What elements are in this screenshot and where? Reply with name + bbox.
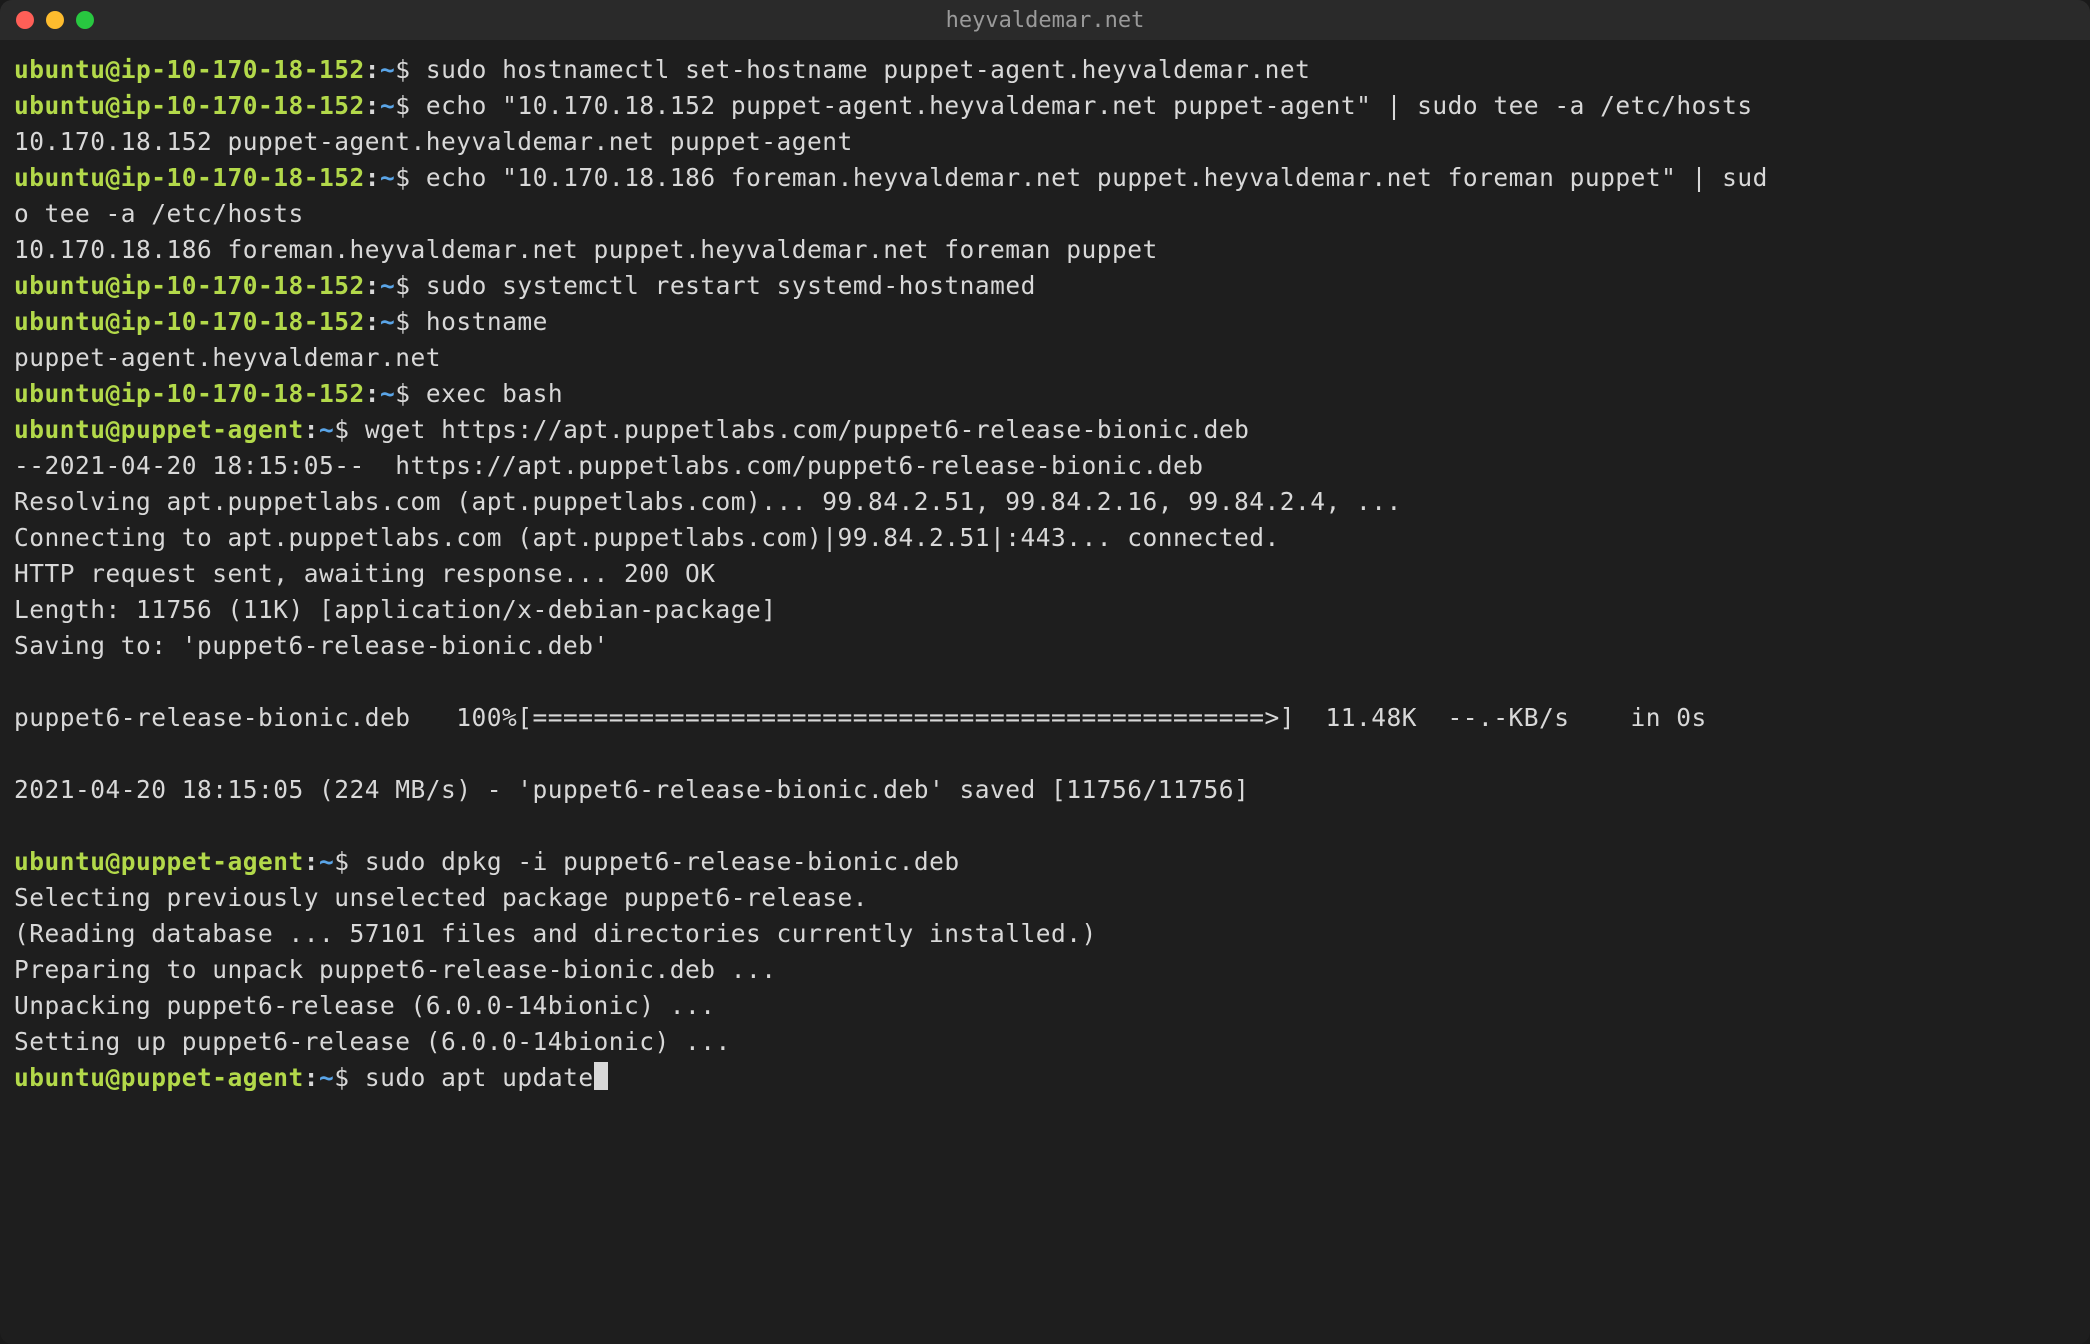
command: exec bash — [411, 379, 564, 408]
output-line: Preparing to unpack puppet6-release-bion… — [14, 952, 2076, 988]
command-input[interactable]: sudo apt update — [350, 1063, 594, 1092]
output-line: Selecting previously unselected package … — [14, 880, 2076, 916]
user-host: ubuntu@ip-10-170-18-152 — [14, 163, 365, 192]
user-host: ubuntu@puppet-agent — [14, 847, 304, 876]
command: sudo hostnamectl set-hostname puppet-age… — [411, 55, 1311, 84]
window-title: heyvaldemar.net — [946, 8, 1145, 33]
colon: : — [304, 415, 319, 444]
terminal-body[interactable]: ubuntu@ip-10-170-18-152:~$ sudo hostname… — [0, 40, 2090, 1344]
prompt-symbol: $ — [334, 1063, 349, 1092]
prompt-line-active[interactable]: ubuntu@puppet-agent:~$ sudo apt update — [14, 1060, 2076, 1096]
terminal-window: heyvaldemar.net ubuntu@ip-10-170-18-152:… — [0, 0, 2090, 1344]
prompt-symbol: $ — [395, 379, 410, 408]
output-line: Unpacking puppet6-release (6.0.0-14bioni… — [14, 988, 2076, 1024]
colon: : — [365, 379, 380, 408]
prompt-line: ubuntu@puppet-agent:~$ wget https://apt.… — [14, 412, 2076, 448]
path: ~ — [380, 307, 395, 336]
prompt-symbol: $ — [395, 55, 410, 84]
output-line: Connecting to apt.puppetlabs.com (apt.pu… — [14, 520, 2076, 556]
path: ~ — [319, 415, 334, 444]
colon: : — [365, 163, 380, 192]
prompt-line: ubuntu@puppet-agent:~$ sudo dpkg -i pupp… — [14, 844, 2076, 880]
output-line: 2021-04-20 18:15:05 (224 MB/s) - 'puppet… — [14, 772, 2076, 808]
output-line: --2021-04-20 18:15:05-- https://apt.pupp… — [14, 448, 2076, 484]
colon: : — [365, 307, 380, 336]
output-line: HTTP request sent, awaiting response... … — [14, 556, 2076, 592]
maximize-icon[interactable] — [76, 11, 94, 29]
output-line: 10.170.18.152 puppet-agent.heyvaldemar.n… — [14, 124, 2076, 160]
command: echo "10.170.18.186 foreman.heyvaldemar.… — [411, 163, 1768, 192]
minimize-icon[interactable] — [46, 11, 64, 29]
user-host: ubuntu@ip-10-170-18-152 — [14, 271, 365, 300]
prompt-line: ubuntu@ip-10-170-18-152:~$ sudo hostname… — [14, 52, 2076, 88]
prompt-line: ubuntu@ip-10-170-18-152:~$ hostname — [14, 304, 2076, 340]
command: echo "10.170.18.152 puppet-agent.heyvald… — [411, 91, 1753, 120]
output-line: Saving to: 'puppet6-release-bionic.deb' — [14, 628, 2076, 664]
colon: : — [365, 55, 380, 84]
prompt-symbol: $ — [334, 847, 349, 876]
user-host: ubuntu@puppet-agent — [14, 1063, 304, 1092]
path: ~ — [380, 379, 395, 408]
prompt-symbol: $ — [395, 91, 410, 120]
colon: : — [304, 1063, 319, 1092]
user-host: ubuntu@ip-10-170-18-152 — [14, 55, 365, 84]
output-line: Length: 11756 (11K) [application/x-debia… — [14, 592, 2076, 628]
user-host: ubuntu@puppet-agent — [14, 415, 304, 444]
cursor-icon — [594, 1062, 608, 1090]
path: ~ — [380, 55, 395, 84]
path: ~ — [380, 91, 395, 120]
blank-line — [14, 808, 2076, 844]
user-host: ubuntu@ip-10-170-18-152 — [14, 91, 365, 120]
output-line: Resolving apt.puppetlabs.com (apt.puppet… — [14, 484, 2076, 520]
command-wrap: o tee -a /etc/hosts — [14, 196, 2076, 232]
prompt-symbol: $ — [395, 163, 410, 192]
path: ~ — [319, 1063, 334, 1092]
colon: : — [304, 847, 319, 876]
progress-line: puppet6-release-bionic.deb 100%[========… — [14, 700, 2076, 736]
colon: : — [365, 91, 380, 120]
path: ~ — [319, 847, 334, 876]
output-line: puppet-agent.heyvaldemar.net — [14, 340, 2076, 376]
blank-line — [14, 664, 2076, 700]
prompt-symbol: $ — [334, 415, 349, 444]
user-host: ubuntu@ip-10-170-18-152 — [14, 379, 365, 408]
command: sudo systemctl restart systemd-hostnamed — [411, 271, 1036, 300]
path: ~ — [380, 271, 395, 300]
traffic-lights — [16, 11, 94, 29]
prompt-line: ubuntu@ip-10-170-18-152:~$ exec bash — [14, 376, 2076, 412]
output-line: 10.170.18.186 foreman.heyvaldemar.net pu… — [14, 232, 2076, 268]
output-line: Setting up puppet6-release (6.0.0-14bion… — [14, 1024, 2076, 1060]
prompt-line: ubuntu@ip-10-170-18-152:~$ sudo systemct… — [14, 268, 2076, 304]
output-line: (Reading database ... 57101 files and di… — [14, 916, 2076, 952]
command: wget https://apt.puppetlabs.com/puppet6-… — [350, 415, 1250, 444]
title-bar: heyvaldemar.net — [0, 0, 2090, 40]
command: sudo dpkg -i puppet6-release-bionic.deb — [350, 847, 960, 876]
command: hostname — [411, 307, 548, 336]
prompt-line: ubuntu@ip-10-170-18-152:~$ echo "10.170.… — [14, 88, 2076, 124]
prompt-symbol: $ — [395, 307, 410, 336]
user-host: ubuntu@ip-10-170-18-152 — [14, 307, 365, 336]
close-icon[interactable] — [16, 11, 34, 29]
prompt-symbol: $ — [395, 271, 410, 300]
path: ~ — [380, 163, 395, 192]
blank-line — [14, 736, 2076, 772]
colon: : — [365, 271, 380, 300]
prompt-line: ubuntu@ip-10-170-18-152:~$ echo "10.170.… — [14, 160, 2076, 196]
